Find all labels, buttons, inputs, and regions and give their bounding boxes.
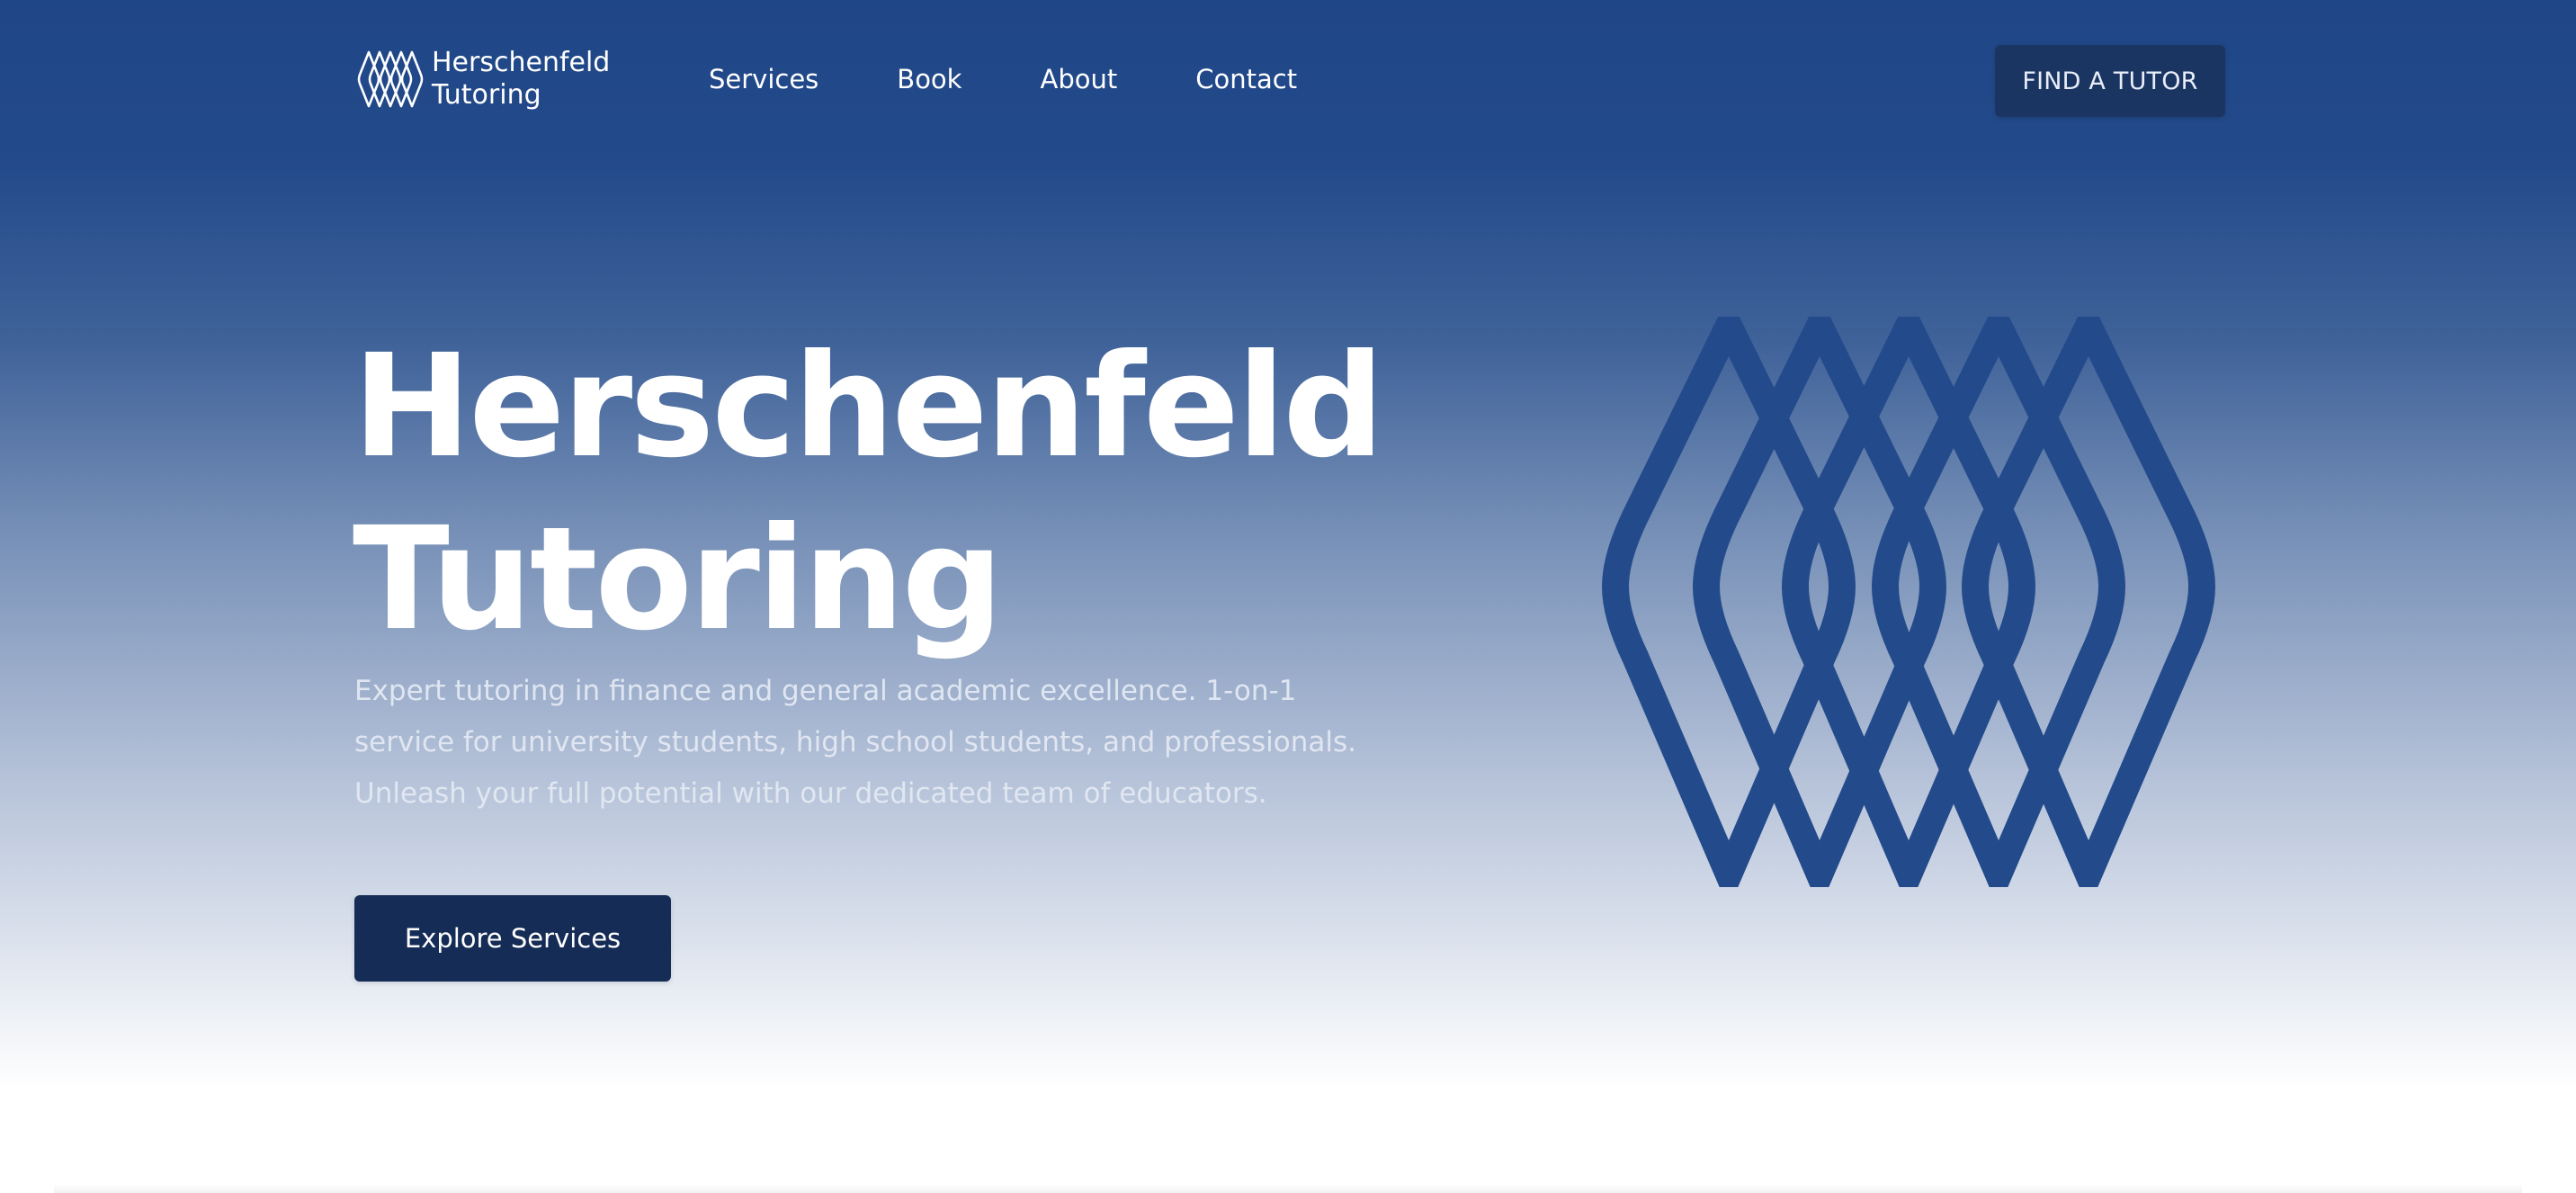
- find-a-tutor-button[interactable]: FIND A TUTOR: [1995, 45, 2225, 117]
- brand-name-line1: Herschenfeld: [432, 47, 611, 78]
- brand[interactable]: Herschenfeld Tutoring: [356, 47, 610, 112]
- nav-link-book[interactable]: Book: [897, 61, 962, 97]
- nav-link-contact[interactable]: Contact: [1195, 61, 1297, 97]
- hero-title-line2: Tutoring: [353, 497, 1004, 662]
- section-divider-shadow: [54, 1184, 2522, 1193]
- main-nav: Services Book About Contact: [709, 61, 1297, 97]
- explore-services-button[interactable]: Explore Services: [354, 895, 671, 982]
- brand-name-line2: Tutoring: [432, 79, 541, 111]
- hero-title: Herschenfeld Tutoring: [353, 320, 1384, 666]
- nav-link-services[interactable]: Services: [709, 61, 818, 97]
- brand-name: Herschenfeld Tutoring: [432, 47, 610, 112]
- lattice-logo-icon: [357, 50, 424, 108]
- hero-description: Expert tutoring in finance and general a…: [354, 675, 1356, 810]
- hero-title-line1: Herschenfeld: [353, 324, 1384, 489]
- lattice-emblem-icon: [1601, 317, 2216, 887]
- site-header: Herschenfeld Tutoring Services Book Abou…: [0, 0, 2576, 160]
- nav-link-about[interactable]: About: [1040, 61, 1117, 97]
